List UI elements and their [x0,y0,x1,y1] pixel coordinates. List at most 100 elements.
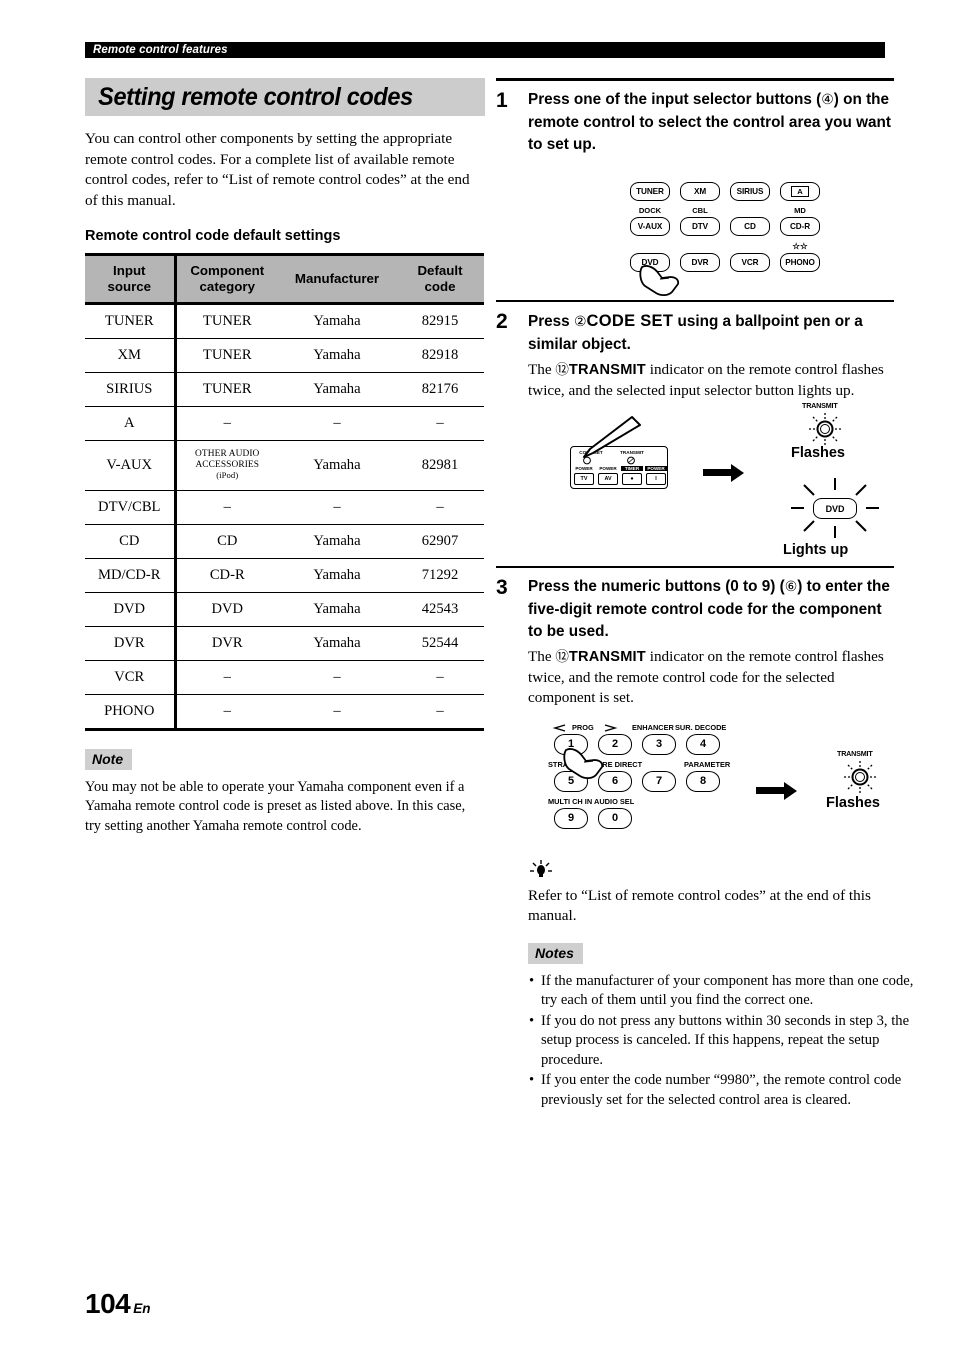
transmit-indicator-label-step3: TRANSMIT [837,748,873,758]
remote-button-xm[interactable]: XM [680,182,720,201]
remote-button-a[interactable]: A [780,182,820,201]
remote-button-dtv[interactable]: DTV [680,217,720,236]
keypad-label-parameter: PARAMETER [684,759,731,769]
mini-remote-label-power-2: POWER [599,466,617,471]
mini-remote-button-tv[interactable]: TV [574,473,594,485]
flashes-caption-step3: Flashes [826,794,880,811]
remote-button-v-aux[interactable]: V-AUX [630,217,670,236]
flow-arrow-step3 [756,781,806,801]
cell-code: – [396,490,484,525]
keypad-button-9[interactable]: 9 [554,807,588,829]
cell-manufacturer: Yamaha [278,372,396,407]
step2-rule [496,300,894,302]
notes-block: Notes If the manufacturer of your compon… [528,942,913,1111]
cell-code: 71292 [396,558,484,593]
transmit-indicator-label: TRANSMIT [802,401,838,410]
keypad-button-4[interactable]: 4 [686,733,720,755]
mini-remote-button-av[interactable]: AV [598,473,618,485]
table-row: DTV/CBL – – – [85,490,484,525]
keypad-button-7[interactable]: 7 [642,770,676,792]
keypad-label-prog: PROG [572,722,594,732]
transmit-indicator-group-step3: TRANSMIT Flashes [818,749,938,829]
cell-input-source: DVD [85,592,177,627]
pointing-hand-icon [639,265,680,297]
cell-manufacturer: – [278,490,396,525]
step-2-body-key-name: TRANSMIT [568,362,646,378]
cell-category: – [175,694,278,731]
left-column: Setting remote control codes You can con… [85,78,485,836]
cell-code: – [396,694,484,731]
numeric-keypad-figure: PROG ENHANCER SUR. DECODE 1 2 3 4 STRAIG… [528,723,896,853]
step-2-number: 2 [496,310,508,333]
cell-code: – [396,660,484,695]
cell-manufacturer: – [278,694,396,731]
step-3-circled-number: ⑥ [784,580,798,595]
transmit-led-flash-icon [844,760,876,793]
remote-button-vcr[interactable]: VCR [730,253,770,272]
input-selector-figure: TUNER XM SIRIUS A DOCK CBL MD V-AUX DTV … [528,172,896,300]
cell-code: 82915 [396,303,484,339]
cell-category: DVR [175,626,278,661]
remote-label-cbl: CBL [692,206,708,215]
list-item: If you enter the code number “9980”, the… [528,1071,918,1110]
step-3-heading-pre: Press the numeric buttons (0 to 9) ( [528,578,785,595]
right-column: 1 Press one of the input selector button… [496,78,913,1111]
cell-input-source: VCR [85,660,177,695]
remote-button-tuner[interactable]: TUNER [630,182,670,201]
remote-button-phono[interactable]: PHONO [780,253,820,272]
step-1-heading-pre: Press one of the input selector buttons … [528,91,822,108]
cell-category-line3: (iPod) [216,470,239,481]
cell-category: – [175,406,278,441]
step-2: 2 Press ②CODE SET using a ballpoint pen … [496,310,896,566]
keypad-button-3[interactable]: 3 [642,733,676,755]
cell-category-line2: ACCESSORIES [195,459,260,470]
step-1: 1 Press one of the input selector button… [496,89,896,300]
table-row: MD/CD-R CD-R Yamaha 71292 [85,558,484,593]
remote-label-stars: ☆☆ [792,241,808,251]
cell-input-source: XM [85,338,177,373]
default-codes-table: Input source Component category Manufactur… [85,253,484,731]
remote-button-sirius[interactable]: SIRIUS [730,182,770,201]
flow-arrow-step2 [703,463,753,483]
lit-remote-button-dvd[interactable]: DVD [813,498,857,519]
ballpoint-pen-icon [583,416,641,458]
cell-manufacturer: Yamaha [278,558,396,593]
cell-input-source: SIRIUS [85,372,177,407]
section-title-banner: Setting remote control codes [85,78,485,116]
cell-input-source: DTV/CBL [85,490,177,525]
cell-manufacturer: Yamaha [278,592,396,627]
table-row: XM TUNER Yamaha 82918 [85,338,484,373]
step3-rule [496,566,894,568]
remote-label-md: MD [794,206,806,215]
lights-up-group: DVD Lights up [783,476,903,566]
tip-bulb-icon [530,859,552,877]
table-row: SIRIUS TUNER Yamaha 82176 [85,372,484,407]
flashes-caption-step2: Flashes [791,445,845,461]
notes-list: If the manufacturer of your component ha… [528,972,913,1111]
cell-code: 82176 [396,372,484,407]
intro-paragraph: You can control other components by sett… [85,130,470,209]
cell-input-source: TUNER [85,303,177,339]
cell-manufacturer: Yamaha [278,524,396,559]
mini-remote-button-timer[interactable]: ● [622,473,642,485]
cell-input-source: MD/CD-R [85,558,177,593]
step-1-number: 1 [496,89,508,112]
cell-code: 52544 [396,626,484,661]
remote-button-cd[interactable]: CD [730,217,770,236]
tip-block: Refer to “List of remote control codes” … [528,859,896,927]
column-header-input-source: Input source [85,253,177,305]
list-item: If you do not press any buttons within 3… [528,1012,918,1071]
table-row: V-AUX OTHER AUDIO ACCESSORIES (iPod) Yam… [85,440,484,491]
prog-left-arrow-icon [552,723,566,732]
column-header-manufacturer: Manufacturer [278,253,396,305]
remote-button-cd-r[interactable]: CD-R [780,217,820,236]
keypad-button-8[interactable]: 8 [686,770,720,792]
cell-manufacturer: Yamaha [278,626,396,661]
lights-up-caption: Lights up [783,542,849,558]
remote-button-dvr[interactable]: DVR [680,253,720,272]
cell-manufacturer: Yamaha [278,338,396,373]
mini-remote-button-power[interactable]: I [646,473,666,485]
cell-input-source: V-AUX [85,440,177,491]
transmit-indicator-group: TRANSMIT Flashes [783,401,903,473]
keypad-button-0[interactable]: 0 [598,807,632,829]
